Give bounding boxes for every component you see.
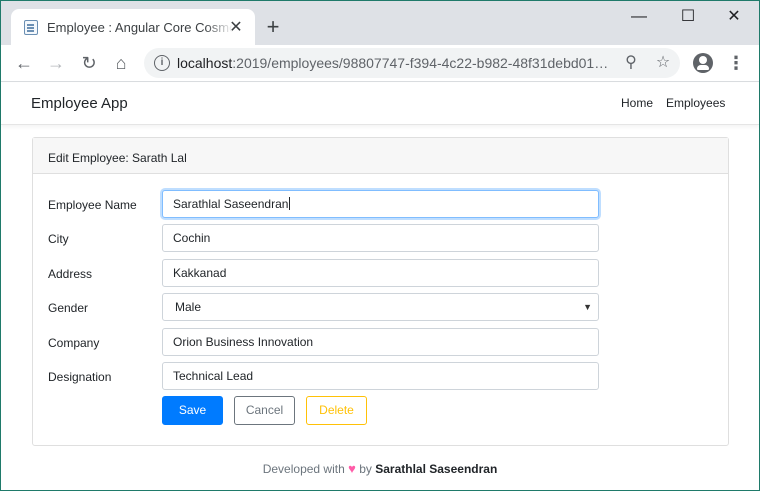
minimize-icon[interactable]: — (624, 5, 654, 29)
text-caret (289, 197, 291, 210)
close-tab-icon[interactable]: ✕ (227, 19, 245, 37)
url-path: :2019/employees/98807747-f394-4c22-b982-… (232, 55, 609, 71)
app-navbar: Employee App Home Employees (1, 83, 759, 125)
company-value: Orion Business Innovation (173, 335, 314, 349)
employee-name-value: Sarathlal Saseendran (173, 197, 289, 211)
heart-icon: ♥ (348, 461, 356, 476)
footer-prefix: Developed with (262, 462, 345, 476)
city-label: City (48, 232, 69, 246)
page-footer: Developed with ♥ by Sarathlal Saseendran (1, 461, 759, 477)
card-title: Edit Employee: Sarath Lal (48, 151, 187, 165)
zoom-icon[interactable]: ⚲ (621, 53, 641, 73)
bookmark-star-icon[interactable]: ☆ (653, 53, 673, 73)
address-bar[interactable]: i localhost:2019/employees/98807747-f394… (144, 48, 680, 78)
company-input[interactable]: Orion Business Innovation (162, 328, 599, 356)
designation-input[interactable]: Technical Lead (162, 362, 599, 390)
browser-tab[interactable]: Employee : Angular Core Cosmos ✕ (11, 9, 255, 45)
city-input[interactable]: Cochin (162, 224, 599, 252)
new-tab-icon[interactable]: + (263, 16, 283, 38)
employee-name-input[interactable]: Sarathlal Saseendran (162, 190, 599, 218)
company-label: Company (48, 336, 100, 350)
info-icon[interactable]: i (154, 55, 170, 71)
maximize-icon[interactable]: ☐ (673, 5, 703, 29)
footer-author: Sarathlal Saseendran (375, 462, 498, 476)
designation-value: Technical Lead (173, 369, 254, 383)
profile-icon[interactable] (693, 53, 713, 73)
reload-icon[interactable]: ↻ (77, 51, 101, 75)
more-menu-icon[interactable]: ⋮ (727, 51, 745, 75)
window-close-icon[interactable]: ✕ (719, 5, 749, 29)
address-label: Address (48, 267, 93, 281)
nav-employees-link[interactable]: Employees (666, 96, 725, 110)
gender-label: Gender (48, 301, 89, 315)
gender-value: Male (175, 300, 202, 314)
city-value: Cochin (173, 231, 211, 245)
card-header: Edit Employee: Sarath Lal (33, 138, 728, 174)
delete-button[interactable]: Delete (306, 396, 367, 425)
document-icon (24, 20, 38, 35)
save-button[interactable]: Save (162, 396, 223, 425)
forward-arrow-icon[interactable]: → (44, 51, 68, 75)
url-host: localhost (177, 55, 233, 71)
back-arrow-icon[interactable]: ← (12, 51, 36, 75)
home-icon[interactable]: ⌂ (109, 51, 133, 75)
edit-employee-card: Edit Employee: Sarath Lal Employee Name … (32, 137, 729, 446)
browser-titlebar: Employee : Angular Core Cosmos ✕ + — ☐ ✕ (1, 1, 759, 45)
designation-label: Designation (48, 370, 112, 384)
dropdown-arrow-icon: ▼ (583, 302, 592, 312)
address-input[interactable]: Kakkanad (162, 259, 599, 287)
employee-name-label: Employee Name (48, 198, 137, 212)
browser-toolbar: ← → ↻ ⌂ i localhost:2019/employees/98807… (1, 45, 759, 82)
gender-select[interactable]: Male ▼ (162, 293, 599, 321)
footer-by: by (359, 462, 372, 476)
cancel-button[interactable]: Cancel (234, 396, 295, 425)
brand-link[interactable]: Employee App (31, 95, 128, 112)
address-value: Kakkanad (173, 266, 227, 280)
nav-home-link[interactable]: Home (621, 96, 653, 110)
url-text[interactable]: localhost:2019/employees/98807747-f394-4… (177, 55, 617, 72)
tab-title: Employee : Angular Core Cosmos (47, 20, 233, 35)
